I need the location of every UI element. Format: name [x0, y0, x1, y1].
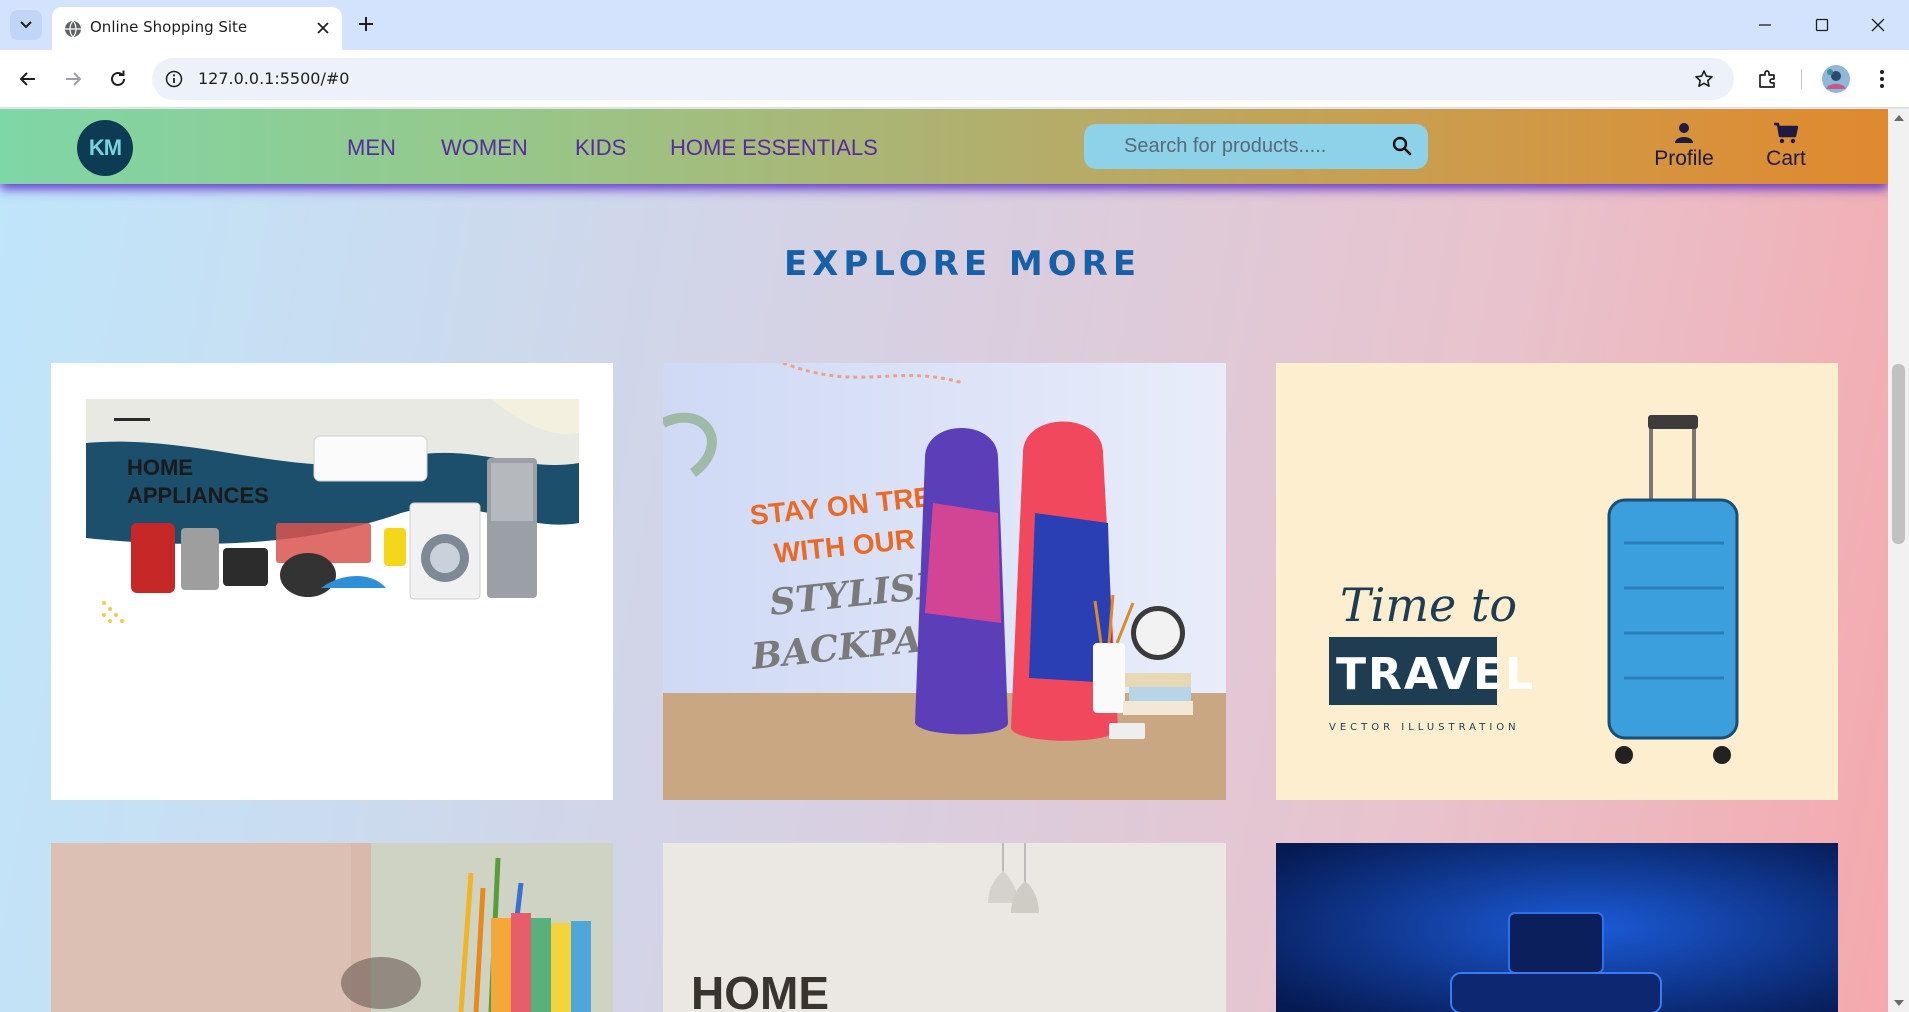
site-logo[interactable]: KM [77, 120, 133, 176]
minimize-button[interactable] [1745, 8, 1785, 42]
extensions-button[interactable] [1752, 63, 1784, 95]
scroll-down-arrow[interactable] [1894, 1000, 1904, 1006]
url-text: 127.0.0.1:5500/#0 [198, 69, 350, 88]
arrow-right-icon [66, 72, 82, 86]
logo-text: KM [88, 135, 122, 160]
site-navbar: KM MEN WOMEN KIDS HOME ESSENTIALS Profil… [0, 109, 1888, 184]
browser-toolbar: 127.0.0.1:5500/#0 [0, 50, 1909, 108]
info-icon [165, 70, 183, 88]
card-backpacks[interactable]: STAY ON TREND WITH OUR STYLISH BACKPACKS [663, 363, 1226, 800]
tab-title: Online Shopping Site [90, 18, 248, 36]
card-home-appliances[interactable]: HOME APPLIANCES [51, 363, 613, 800]
site-info-button[interactable] [162, 67, 186, 91]
cart-icon [1774, 122, 1799, 144]
search-button[interactable] [1390, 134, 1414, 158]
card-1-line-2: APPLIANCES [127, 483, 269, 508]
tab-list-button[interactable] [10, 10, 42, 40]
profile-avatar[interactable] [1820, 63, 1852, 95]
reload-icon [111, 70, 125, 86]
card-1-line-1: HOME [127, 455, 193, 480]
card-3-line-3: VECTOR ILLUSTRATION [1329, 722, 1520, 733]
reload-button[interactable] [102, 63, 134, 95]
nav-link-kids[interactable]: KIDS [575, 135, 626, 161]
minimize-icon [1759, 24, 1771, 26]
search-input[interactable] [1084, 124, 1374, 169]
maximize-button[interactable] [1802, 8, 1842, 42]
puzzle-icon [1759, 70, 1775, 88]
card-5-line-1: HOME [691, 967, 829, 1012]
card-3-line-1: Time to [1340, 578, 1517, 632]
browser-menu-button[interactable] [1866, 63, 1898, 95]
close-window-button[interactable] [1858, 8, 1898, 42]
page-scrollbar[interactable] [1888, 109, 1909, 1012]
new-tab-button[interactable] [352, 10, 380, 38]
globe-icon [65, 20, 81, 38]
address-bar[interactable]: 127.0.0.1:5500/#0 [152, 58, 1734, 100]
home-appliances-banner: HOME APPLIANCES [86, 399, 579, 623]
back-button[interactable] [12, 63, 44, 95]
chevron-down-icon [20, 21, 32, 29]
close-icon [1871, 18, 1885, 32]
home-decor-banner: HOME [691, 843, 1039, 1012]
card-perfume[interactable] [1276, 843, 1838, 1012]
search-icon [1392, 136, 1412, 156]
travel-banner: Time to TRAVEL VECTOR ILLUSTRATION [1329, 415, 1739, 764]
arrow-left-icon [19, 72, 35, 86]
perfume-banner [1276, 843, 1838, 1012]
forward-button[interactable] [57, 63, 89, 95]
profile-label: Profile [1654, 147, 1714, 170]
star-icon [1695, 70, 1713, 87]
search-box [1084, 124, 1428, 169]
card-stationery[interactable] [51, 843, 613, 1012]
card-travel[interactable]: Time to TRAVEL VECTOR ILLUSTRATION [1276, 363, 1838, 800]
browser-tab[interactable]: Online Shopping Site [52, 7, 342, 50]
cart-button[interactable]: Cart [1741, 121, 1831, 177]
nav-link-women[interactable]: WOMEN [441, 135, 528, 161]
plus-icon [359, 17, 373, 31]
page-viewport: KM MEN WOMEN KIDS HOME ESSENTIALS Profil… [0, 109, 1888, 1012]
nav-link-men[interactable]: MEN [347, 135, 396, 161]
backpacks-banner: STAY ON TREND WITH OUR STYLISH BACKPACKS [663, 363, 1226, 800]
card-3-line-2: TRAVEL [1336, 649, 1535, 700]
close-icon [317, 22, 329, 34]
scrollbar-thumb[interactable] [1892, 364, 1905, 544]
bookmark-button[interactable] [1692, 67, 1716, 91]
toolbar-separator [1801, 69, 1802, 89]
browser-tab-strip: Online Shopping Site [0, 0, 1909, 50]
stationery-banner [51, 843, 613, 1012]
cart-label: Cart [1766, 147, 1806, 170]
avatar-icon [1822, 65, 1850, 93]
user-icon [1675, 123, 1693, 143]
scroll-up-arrow[interactable] [1894, 115, 1904, 121]
tab-close-button[interactable] [312, 17, 334, 39]
maximize-icon [1815, 18, 1829, 32]
profile-button[interactable]: Profile [1639, 121, 1729, 177]
nav-link-home-essentials[interactable]: HOME ESSENTIALS [670, 135, 878, 161]
card-home-decor[interactable]: HOME [663, 843, 1226, 1012]
more-vertical-icon [1880, 70, 1884, 88]
section-title: EXPLORE MORE [783, 244, 1142, 284]
